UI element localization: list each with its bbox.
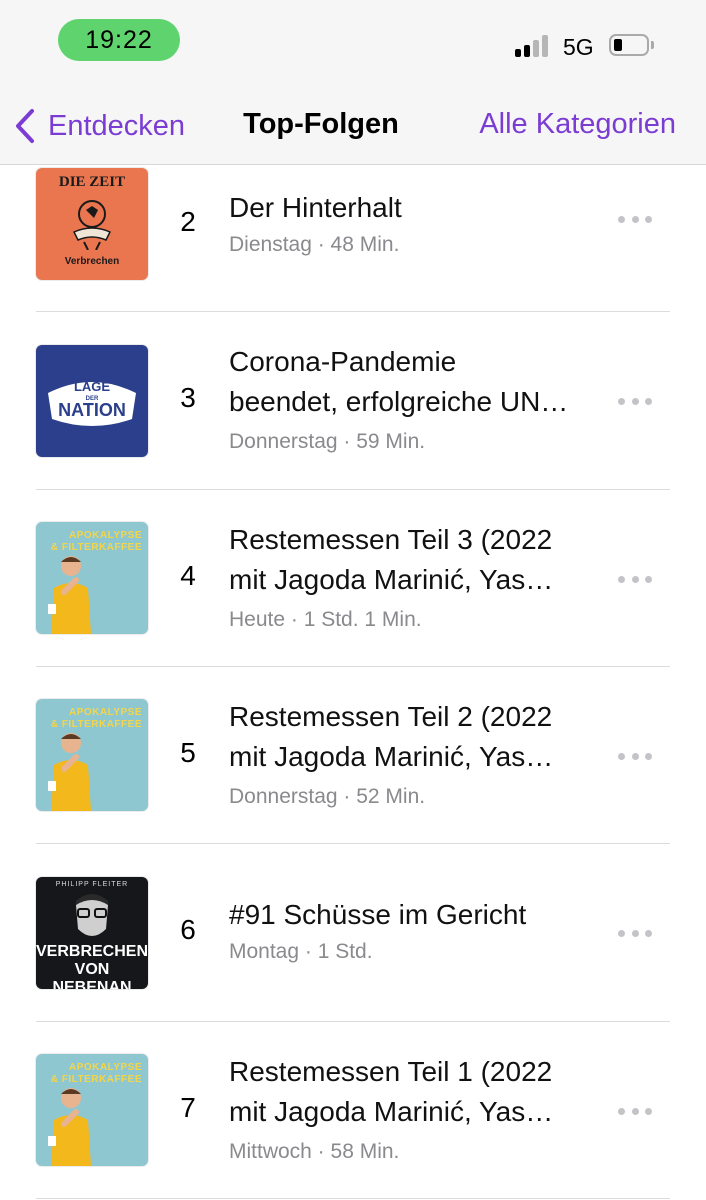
list-item[interactable]: APOKALYPSE & FILTERKAFFEE 5 Restemessen … bbox=[0, 667, 706, 845]
cellular-signal-icon bbox=[515, 33, 551, 57]
episode-title-line: mit Jagoda Marinić, Yas… bbox=[229, 1096, 554, 1127]
artwork-line-2: VON NEBENAN bbox=[52, 961, 132, 989]
page-title: Top-Folgen bbox=[243, 108, 399, 140]
more-options-button[interactable] bbox=[618, 389, 652, 413]
episode-title: Der Hinterhalt bbox=[229, 188, 609, 228]
episode-title-line: mit Jagoda Marinić, Yas… bbox=[229, 741, 554, 772]
list-item[interactable]: PHILIPP FLEITER VERBRECHEN VON NEBENAN 6… bbox=[0, 844, 706, 1022]
episode-title-line: Restemessen Teil 3 (2022 bbox=[229, 524, 553, 555]
network-type: 5G bbox=[563, 34, 594, 60]
episode-title: Restemessen Teil 1 (2022 mit Jagoda Mari… bbox=[229, 1052, 609, 1132]
list-item[interactable]: LAGE DER NATION 3 Corona-Pandemie beende… bbox=[0, 312, 706, 490]
episode-rank: 6 bbox=[180, 914, 196, 945]
episode-rank: 3 bbox=[180, 382, 196, 413]
figure-illustration-icon bbox=[72, 200, 112, 250]
podcast-artwork: DIE ZEIT Verbrechen bbox=[36, 168, 148, 280]
face-illustration-icon bbox=[76, 894, 108, 936]
episode-rank: 7 bbox=[180, 1092, 196, 1123]
person-illustration-icon bbox=[48, 733, 91, 811]
artwork-line-1: APOKALYPSE bbox=[69, 530, 142, 541]
more-options-button[interactable] bbox=[618, 1099, 652, 1123]
chevron-left-icon bbox=[16, 109, 34, 143]
person-illustration-icon bbox=[48, 556, 91, 634]
row-divider bbox=[36, 1198, 670, 1199]
episode-rank: 4 bbox=[180, 560, 196, 591]
artwork-subtitle: Verbrechen bbox=[64, 256, 120, 267]
episode-rank: 5 bbox=[180, 737, 196, 768]
artwork-line-1: APOKALYPSE bbox=[69, 1062, 142, 1073]
all-categories-button[interactable]: Alle Kategorien bbox=[479, 108, 676, 141]
episode-title-line: Restemessen Teil 2 (2022 bbox=[229, 701, 553, 732]
episode-meta: Montag · 1 Std. bbox=[229, 940, 373, 963]
podcast-artwork: APOKALYPSE & FILTERKAFFEE bbox=[36, 522, 148, 634]
back-button-label: Entdecken bbox=[48, 109, 186, 142]
episode-title: Restemessen Teil 3 (2022 mit Jagoda Mari… bbox=[229, 520, 609, 600]
episode-title: #91 Schüsse im Gericht bbox=[229, 895, 609, 935]
back-button[interactable]: Entdecken bbox=[14, 106, 185, 146]
episode-meta: Donnerstag · 52 Min. bbox=[229, 785, 426, 808]
status-time: 19:22 bbox=[58, 19, 180, 61]
episode-title-line: Der Hinterhalt bbox=[229, 192, 402, 223]
episode-title: Corona-Pandemie beendet, erfolgreiche UN… bbox=[229, 342, 609, 422]
podcast-artwork: PHILIPP FLEITER VERBRECHEN VON NEBENAN bbox=[36, 877, 148, 989]
episode-title-line: Restemessen Teil 1 (2022 bbox=[229, 1056, 553, 1087]
episode-meta: Mittwoch · 58 Min. bbox=[229, 1140, 400, 1163]
episode-title-line: #91 Schüsse im Gericht bbox=[229, 899, 527, 930]
person-illustration-icon bbox=[48, 1088, 91, 1166]
episode-meta: Donnerstag · 59 Min. bbox=[229, 430, 426, 453]
navigation-bar: Entdecken Top-Folgen Alle Kategorien bbox=[0, 90, 706, 165]
more-options-button[interactable] bbox=[618, 744, 652, 768]
episode-meta: Heute · 1 Std. 1 Min. bbox=[229, 608, 422, 631]
artwork-line-1: APOKALYPSE bbox=[69, 707, 142, 718]
list-item[interactable]: APOKALYPSE & FILTERKAFFEE 4 Restemessen … bbox=[0, 490, 706, 668]
episode-title-line: Corona-Pandemie bbox=[229, 346, 457, 377]
battery-icon bbox=[609, 34, 649, 56]
episode-list: DIE ZEIT Verbrechen 2 Der Hinterhalt Die… bbox=[0, 165, 706, 1200]
list-item[interactable]: APOKALYPSE & FILTERKAFFEE 7 Restemessen … bbox=[0, 1022, 706, 1200]
battery-cap bbox=[651, 41, 654, 49]
more-options-button[interactable] bbox=[618, 921, 652, 945]
episode-meta: Dienstag · 48 Min. bbox=[229, 233, 400, 256]
podcast-artwork: APOKALYPSE & FILTERKAFFEE bbox=[36, 1054, 148, 1166]
artwork-line-1: VERBRECHEN bbox=[36, 943, 148, 960]
episode-rank: 2 bbox=[180, 206, 196, 237]
status-bar: 19:22 5G bbox=[0, 0, 706, 90]
artwork-word-3: NATION bbox=[58, 400, 126, 420]
artwork-brand: DIE ZEIT bbox=[58, 174, 126, 190]
more-options-button[interactable] bbox=[618, 567, 652, 591]
artwork-word-1: LAGE bbox=[74, 379, 110, 394]
episode-title-line: mit Jagoda Marinić, Yas… bbox=[229, 564, 554, 595]
episode-title-line: beendet, erfolgreiche UN… bbox=[229, 386, 569, 417]
podcast-artwork: LAGE DER NATION bbox=[36, 345, 148, 457]
episode-title: Restemessen Teil 2 (2022 mit Jagoda Mari… bbox=[229, 697, 609, 777]
lage-der-nation-logo-icon: LAGE DER NATION bbox=[48, 379, 136, 426]
list-item[interactable]: DIE ZEIT Verbrechen 2 Der Hinterhalt Die… bbox=[0, 165, 706, 308]
podcast-artwork: APOKALYPSE & FILTERKAFFEE bbox=[36, 699, 148, 811]
more-options-button[interactable] bbox=[618, 207, 652, 231]
